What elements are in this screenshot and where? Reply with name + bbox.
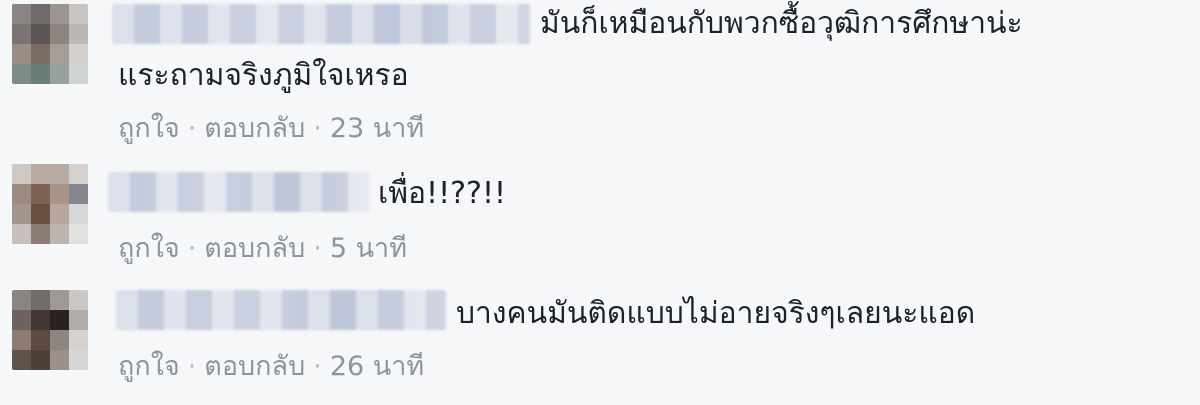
avatar[interactable] [12, 164, 88, 244]
separator: · [313, 113, 322, 144]
separator: · [313, 351, 322, 382]
avatar[interactable] [12, 290, 88, 370]
comment-actions: ถูกใจ · ตอบกลับ · 23 นาที [118, 111, 424, 147]
comment-actions: ถูกใจ · ตอบกลับ · 26 นาที [118, 349, 424, 385]
timestamp[interactable]: 5 นาที [330, 233, 407, 264]
reply-link[interactable]: ตอบกลับ [204, 351, 305, 382]
like-link[interactable]: ถูกใจ [118, 113, 180, 144]
comment-text: บางคนมันติดแบบไม่อายจริงๆเลยนะแอด [456, 296, 976, 331]
timestamp[interactable]: 26 นาที [330, 351, 424, 382]
reply-link[interactable]: ตอบกลับ [204, 113, 305, 144]
comment-text: เพื่อ!!??!! [378, 176, 506, 211]
like-link[interactable]: ถูกใจ [118, 233, 180, 264]
reply-link[interactable]: ตอบกลับ [204, 233, 305, 264]
comment-actions: ถูกใจ · ตอบกลับ · 5 นาที [118, 231, 407, 267]
comment-text-continued: แระถามจริงภูมิใจเหรอ [118, 58, 409, 93]
comment-3: บางคนมันติดแบบไม่อายจริงๆเลยนะแอด ถูกใจ ·… [0, 280, 1200, 405]
author-name[interactable] [108, 172, 370, 212]
author-name[interactable] [116, 290, 446, 330]
separator: · [187, 351, 197, 382]
like-link[interactable]: ถูกใจ [118, 351, 180, 382]
comment-2: เพื่อ!!??!! ถูกใจ · ตอบกลับ · 5 นาที [0, 160, 1200, 280]
timestamp[interactable]: 23 นาที [330, 113, 424, 144]
avatar[interactable] [12, 4, 88, 84]
comment-1: มันก็เหมือนกับพวกซื้อวุฒิการศึกษาน่ะ แระ… [0, 0, 1200, 160]
separator: · [187, 233, 197, 264]
separator: · [313, 233, 322, 264]
comment-text: มันก็เหมือนกับพวกซื้อวุฒิการศึกษาน่ะ [540, 6, 1023, 41]
author-name[interactable] [112, 4, 530, 44]
separator: · [187, 113, 197, 144]
